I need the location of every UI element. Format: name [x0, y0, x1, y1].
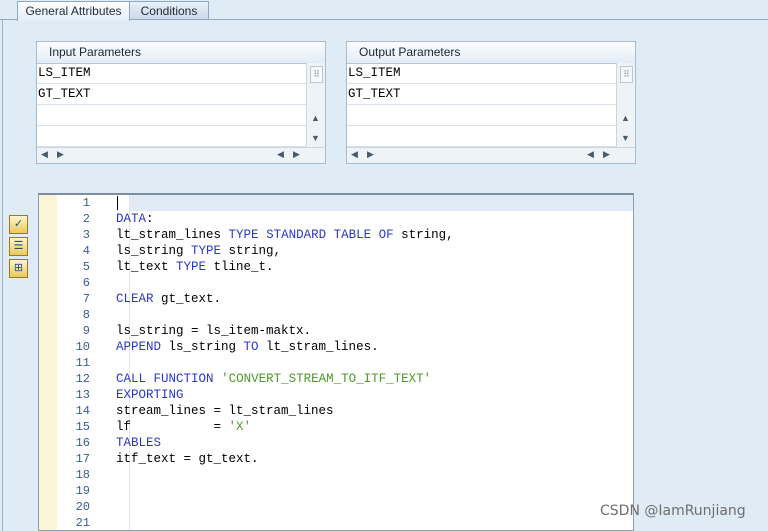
- code-line[interactable]: 18: [39, 467, 633, 483]
- code-text: itf_text = gt_text.: [116, 452, 259, 466]
- output-param-row[interactable]: [347, 126, 618, 147]
- input-param-row[interactable]: GT_TEXT: [37, 84, 308, 105]
- line-number: 6: [82, 276, 90, 290]
- code-line[interactable]: 3 lt_stram_lines TYPE STANDARD TABLE OF s…: [39, 227, 633, 243]
- code-line[interactable]: 17 itf_text = gt_text.: [39, 451, 633, 467]
- input-param-row[interactable]: LS_ITEM: [37, 63, 308, 84]
- code-line[interactable]: 9 ls_string = ls_item-maktx.: [39, 323, 633, 339]
- code-text: APPEND ls_string TO lt_stram_lines.: [116, 340, 379, 354]
- code-text: lt_stram_lines TYPE STANDARD TABLE OF st…: [116, 228, 454, 242]
- code-line[interactable]: 21: [39, 515, 633, 530]
- input-params-vertical-scrollbar[interactable]: ⠿ ▲ ▼: [306, 63, 325, 150]
- code-line[interactable]: 20: [39, 499, 633, 515]
- line-number: 10: [75, 340, 90, 354]
- output-param-row[interactable]: [347, 105, 618, 126]
- scroll-right-icon[interactable]: ▶: [57, 149, 64, 160]
- input-parameters-header: Input Parameters: [37, 42, 325, 64]
- scroll-right-icon[interactable]: ▶: [603, 149, 610, 160]
- code-line[interactable]: 15 lf = 'X': [39, 419, 633, 435]
- check-icon[interactable]: ✓: [9, 215, 28, 234]
- code-text: CALL FUNCTION 'CONVERT_STREAM_TO_ITF_TEX…: [116, 372, 432, 386]
- line-number: 3: [82, 228, 90, 242]
- code-line[interactable]: 11: [39, 355, 633, 371]
- scroll-right-icon[interactable]: ▶: [293, 149, 300, 160]
- code-text: EXPORTING: [116, 388, 184, 402]
- code-line[interactable]: 14 stream_lines = lt_stram_lines: [39, 403, 633, 419]
- input-parameters-table: Input Parameters LS_ITEM GT_TEXT ⠿ ▲ ▼ ◀…: [36, 41, 326, 164]
- line-number: 20: [75, 500, 90, 514]
- code-text: ls_string TYPE string,: [116, 244, 282, 258]
- line-number: 5: [82, 260, 90, 274]
- output-params-vertical-scrollbar[interactable]: ⠿ ▲ ▼: [616, 63, 635, 150]
- scroll-left-icon[interactable]: ◀: [587, 149, 594, 160]
- line-number: 14: [75, 404, 90, 418]
- scroll-down-icon[interactable]: ▼: [311, 133, 320, 143]
- line-number: 16: [75, 436, 90, 450]
- code-text: ls_string = ls_item-maktx.: [116, 324, 312, 338]
- output-parameters-header: Output Parameters: [347, 42, 635, 64]
- code-line[interactable]: 7 CLEAR gt_text.: [39, 291, 633, 307]
- line-number: 8: [82, 308, 90, 322]
- line-number: 12: [75, 372, 90, 386]
- code-text: stream_lines = lt_stram_lines: [116, 404, 334, 418]
- line-number: 21: [75, 516, 90, 530]
- scroll-left-icon[interactable]: ◀: [351, 149, 358, 160]
- code-line[interactable]: 10 APPEND ls_string TO lt_stram_lines.: [39, 339, 633, 355]
- code-editor[interactable]: 1 2 DATA: 3 lt_stram_lines TYPE STANDARD TAB…: [38, 193, 634, 531]
- input-param-row[interactable]: [37, 126, 308, 147]
- output-param-row[interactable]: LS_ITEM: [347, 63, 618, 84]
- output-parameters-table: Output Parameters LS_ITEM GT_TEXT ⠿ ▲ ▼ …: [346, 41, 636, 164]
- line-number: 7: [82, 292, 90, 306]
- tab-general-attributes[interactable]: General Attributes: [17, 1, 130, 21]
- output-param-row[interactable]: GT_TEXT: [347, 84, 618, 105]
- code-line[interactable]: 1: [39, 195, 633, 211]
- line-number: 4: [82, 244, 90, 258]
- line-number: 13: [75, 388, 90, 402]
- scroll-left-icon[interactable]: ◀: [41, 149, 48, 160]
- code-line[interactable]: 12 CALL FUNCTION 'CONVERT_STREAM_TO_ITF_T…: [39, 371, 633, 387]
- code-text: CLEAR gt_text.: [116, 292, 222, 306]
- output-params-horizontal-scrollbar[interactable]: ◀ ▶ ◀ ▶: [347, 147, 635, 163]
- display-icon[interactable]: ☰: [9, 237, 28, 256]
- line-number: 17: [75, 452, 90, 466]
- scroll-down-icon[interactable]: ▼: [621, 133, 630, 143]
- watermark: CSDN @IamRunjiang: [600, 503, 746, 519]
- code-text: TABLES: [116, 436, 162, 450]
- code-line[interactable]: 16 TABLES: [39, 435, 633, 451]
- input-param-row[interactable]: [37, 105, 308, 126]
- code-line[interactable]: 6: [39, 275, 633, 291]
- line-number: 18: [75, 468, 90, 482]
- scroll-up-icon[interactable]: ▲: [311, 113, 320, 123]
- scroll-right-icon[interactable]: ▶: [367, 149, 374, 160]
- text-caret: [117, 196, 118, 210]
- code-line[interactable]: 19: [39, 483, 633, 499]
- column-settings-icon[interactable]: ⠿: [310, 66, 323, 83]
- line-number: 9: [82, 324, 90, 338]
- code-text: lf = 'X': [116, 420, 252, 434]
- line-number: 2: [82, 212, 90, 226]
- code-text: DATA:: [116, 212, 154, 226]
- code-line[interactable]: 2 DATA:: [39, 211, 633, 227]
- tab-conditions[interactable]: Conditions: [129, 1, 209, 20]
- line-number: 19: [75, 484, 90, 498]
- line-number: 11: [75, 356, 90, 370]
- line-number: 1: [82, 196, 90, 210]
- code-line[interactable]: 5 lt_text TYPE tline_t.: [39, 259, 633, 275]
- code-line[interactable]: 13 EXPORTING: [39, 387, 633, 403]
- structure-icon[interactable]: ⊞: [9, 259, 28, 278]
- code-line[interactable]: 4 ls_string TYPE string,: [39, 243, 633, 259]
- code-text: lt_text TYPE tline_t.: [116, 260, 274, 274]
- scroll-up-icon[interactable]: ▲: [621, 113, 630, 123]
- code-line[interactable]: 8: [39, 307, 633, 323]
- tab-bar: General Attributes Conditions: [0, 0, 768, 21]
- scroll-left-icon[interactable]: ◀: [277, 149, 284, 160]
- column-settings-icon[interactable]: ⠿: [620, 66, 633, 83]
- line-number: 15: [75, 420, 90, 434]
- input-params-horizontal-scrollbar[interactable]: ◀ ▶ ◀ ▶: [37, 147, 325, 163]
